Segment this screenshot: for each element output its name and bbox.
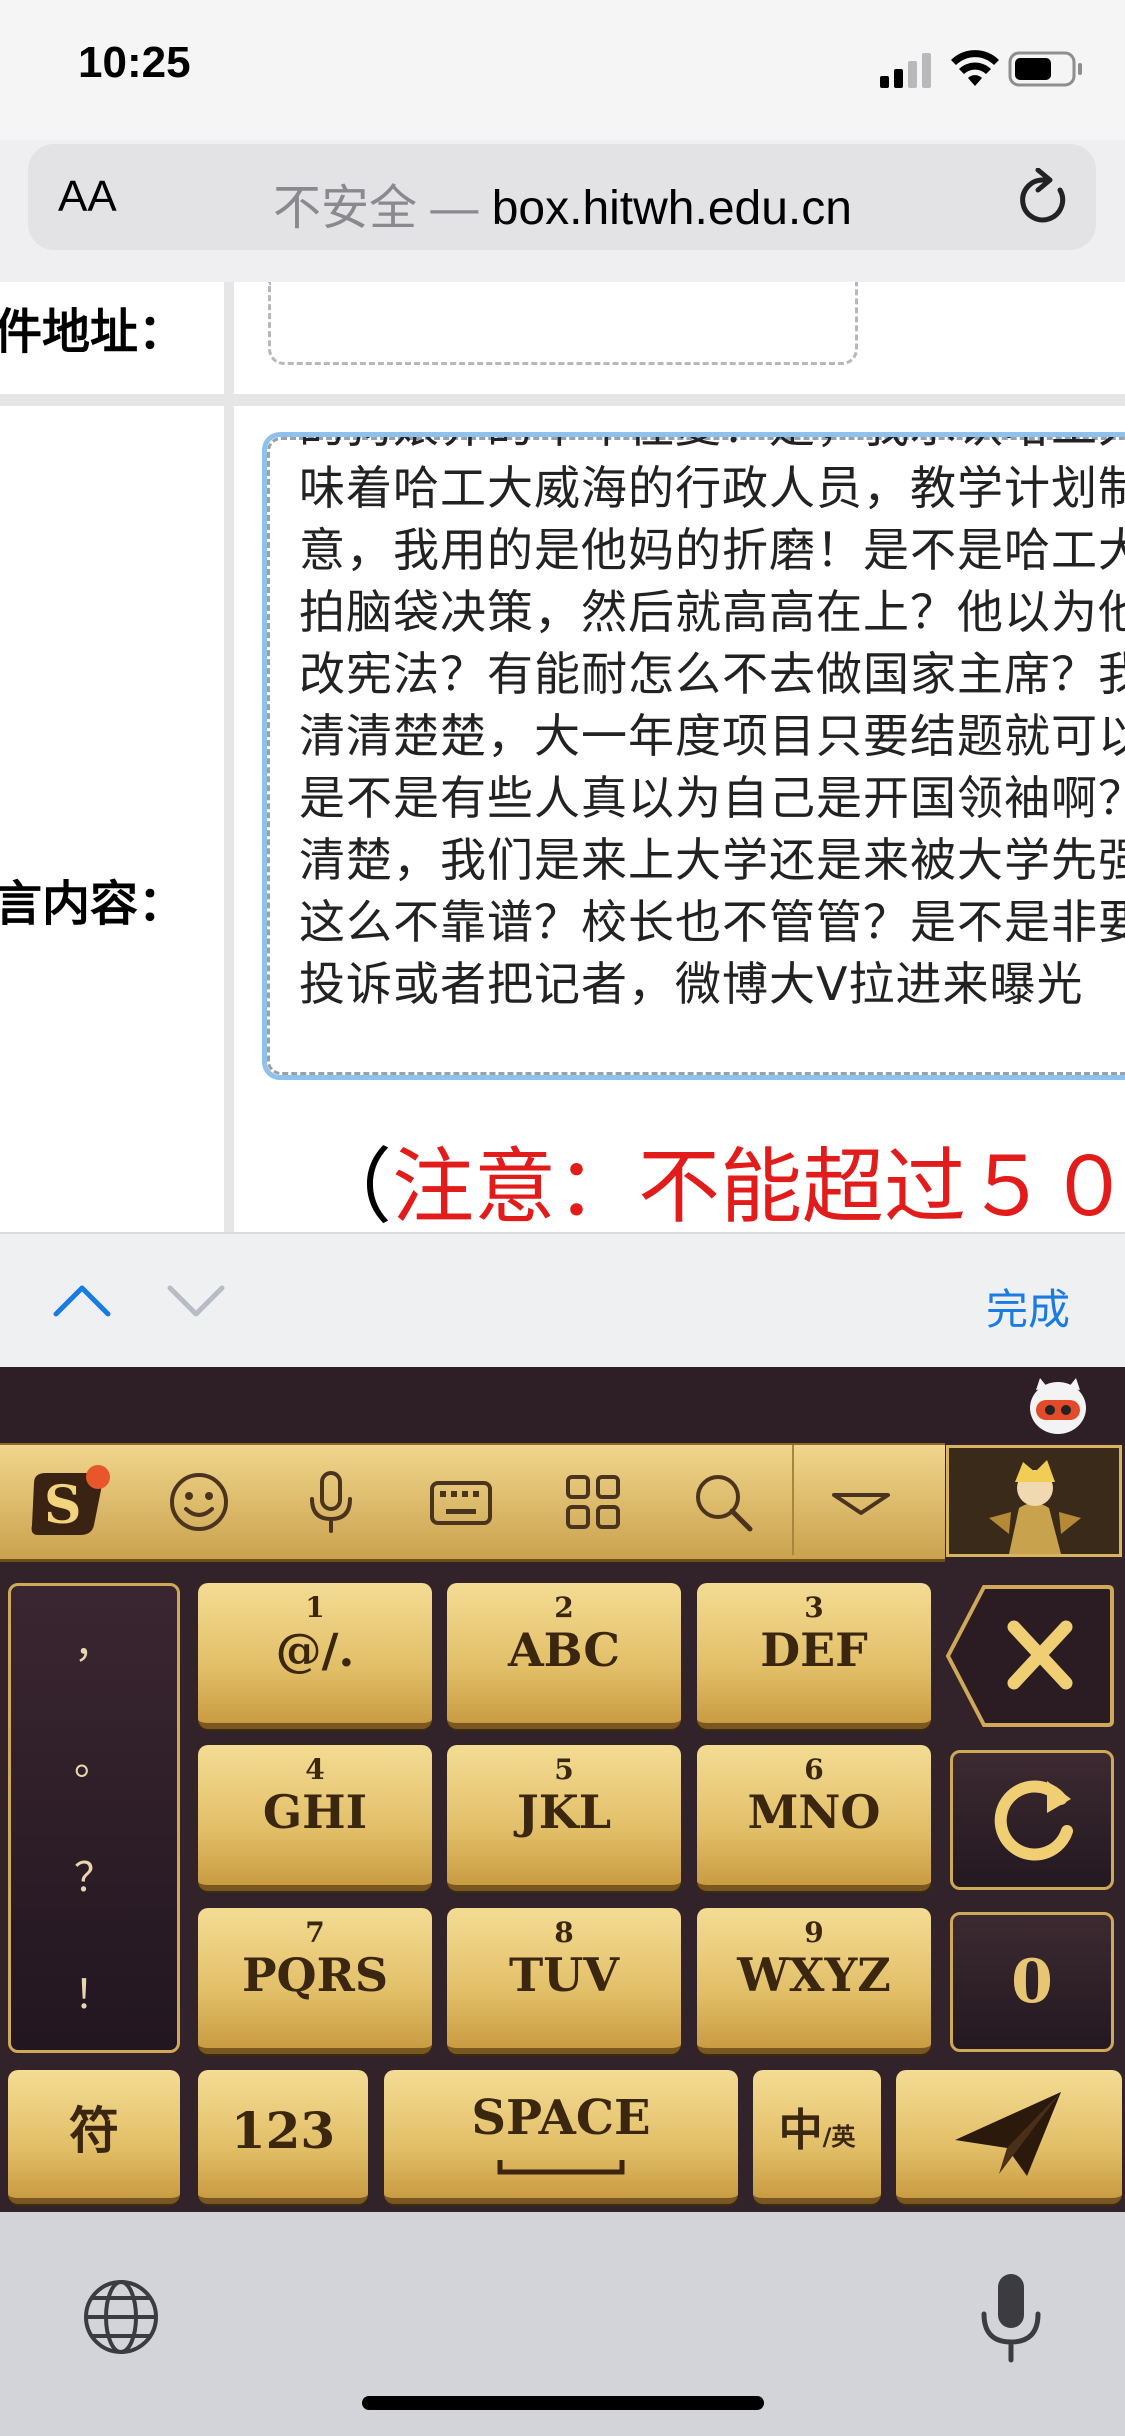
message-line: 投诉或者把记者，微博大V拉进来曝光 xyxy=(299,957,1084,1011)
collapse-keyboard-icon[interactable] xyxy=(828,1469,894,1535)
message-textarea[interactable]: 的狗娘养的年年往复！是，我承认哈工大味着哈工大威海的行政人员，教学计划制意，我用… xyxy=(262,432,1125,1080)
message-line: 味着哈工大威海的行政人员，教学计划制 xyxy=(299,461,1125,515)
key-number: 1 xyxy=(305,1591,325,1624)
robot-mascot-icon[interactable] xyxy=(1026,1376,1090,1436)
svg-text:S: S xyxy=(44,1475,82,1536)
lang-chinese-label: 中 xyxy=(778,2105,823,2156)
message-line: 改宪法？有能耐怎么不去做国家主席？我 xyxy=(299,647,1125,701)
cellular-signal-icon xyxy=(880,53,931,88)
punct-exclamation-key[interactable]: ！ xyxy=(11,1937,177,2054)
key-8[interactable]: 8 TUV xyxy=(447,1908,681,2054)
globe-icon[interactable] xyxy=(82,2278,160,2356)
key-9[interactable]: 9 WXYZ xyxy=(697,1908,931,2054)
punct-comma-key[interactable]: ， xyxy=(11,1586,177,1703)
message-line: 清清楚楚，大一年度项目只要结题就可以 xyxy=(299,709,1125,763)
toolbar-divider xyxy=(792,1445,794,1555)
reenter-key[interactable] xyxy=(950,1750,1114,1890)
key-letters: DEF xyxy=(760,1623,868,1677)
home-indicator[interactable] xyxy=(362,2396,764,2410)
key-letters: WXYZ xyxy=(737,1948,891,2002)
number-mode-key[interactable]: 123 xyxy=(198,2070,368,2204)
key-3[interactable]: 3 DEF xyxy=(697,1583,931,1729)
key-letters: PQRS xyxy=(241,1948,389,2002)
key-letters: GHI xyxy=(262,1785,368,1839)
space-label: SPACE xyxy=(471,2090,651,2146)
notice-paren: （ xyxy=(310,1140,393,1232)
key-7[interactable]: 7 PQRS xyxy=(198,1908,432,2054)
key-number: 6 xyxy=(804,1753,824,1786)
not-secure-label: 不安全 — xyxy=(273,182,479,235)
reload-icon[interactable] xyxy=(1016,168,1072,228)
key-letters: JKL xyxy=(516,1785,612,1839)
done-button[interactable]: 完成 xyxy=(986,1276,1070,1337)
key-number: 3 xyxy=(804,1591,824,1624)
message-line: 是不是有些人真以为自己是开国领袖啊？ xyxy=(299,771,1125,825)
column-divider xyxy=(224,282,234,1232)
lang-english-label: /英 xyxy=(822,2123,856,2151)
punct-question-key[interactable]: ？ xyxy=(11,1820,177,1937)
battery-icon xyxy=(1008,51,1082,87)
previous-field-icon[interactable] xyxy=(50,1280,114,1320)
emoji-icon[interactable] xyxy=(166,1469,232,1535)
message-line: 清楚，我们是来上大学还是来被大学先强 xyxy=(299,833,1125,887)
key-letters: @/. xyxy=(275,1623,355,1677)
message-line: 拍脑袋决策，然后就高高在上？他以为他 xyxy=(299,585,1125,639)
key-5[interactable]: 5 JKL xyxy=(447,1745,681,1891)
backspace-key[interactable] xyxy=(944,1583,1114,1729)
length-notice: （注意：不能超过５０ xyxy=(310,1120,1125,1232)
key-number: 7 xyxy=(305,1916,325,1949)
space-key[interactable]: SPACE xyxy=(384,2070,738,2204)
message-text: 的狗娘养的年年往复！是，我承认哈工大味着哈工大威海的行政人员，教学计划制意，我用… xyxy=(299,437,1125,1015)
message-line: 的狗娘养的年年往复！是，我承认哈工大 xyxy=(299,437,1125,457)
keyboard-top-strip xyxy=(0,1367,1125,1443)
grid-icon[interactable] xyxy=(560,1469,626,1535)
key-letters: MNO xyxy=(747,1785,881,1839)
keyboard-icon[interactable] xyxy=(428,1469,494,1535)
symbol-key[interactable]: 符 xyxy=(8,2070,180,2204)
status-time: 10:25 xyxy=(78,38,191,87)
space-bar-glyph-icon xyxy=(497,2160,625,2175)
gold-knight-avatar-icon xyxy=(949,1448,1119,1554)
message-line: 意，我用的是他妈的折磨！是不是哈工大 xyxy=(299,523,1125,577)
notice-text: 注意：不能超过５０ xyxy=(392,1140,1125,1232)
search-icon[interactable] xyxy=(690,1469,756,1535)
redo-icon xyxy=(994,1780,1073,1861)
key-letters: TUV xyxy=(508,1948,620,2002)
key-2[interactable]: 2 ABC xyxy=(447,1583,681,1729)
web-content: 件地址： 言内容： 的狗娘养的年年往复！是，我承认哈工大味着哈工大威海的行政人员… xyxy=(0,282,1125,1232)
next-field-icon[interactable] xyxy=(164,1280,228,1320)
punctuation-column: ， 。 ？ ！ xyxy=(8,1583,180,2053)
key-letters: ABC xyxy=(507,1623,621,1677)
key-1[interactable]: 1 @/. xyxy=(198,1583,432,1729)
key-number: 4 xyxy=(305,1753,325,1786)
message-label: 言内容： xyxy=(0,878,187,931)
key-4[interactable]: 4 GHI xyxy=(198,1745,432,1891)
send-plane-icon xyxy=(955,2092,1061,2176)
skin-avatar[interactable] xyxy=(946,1445,1122,1557)
address-input[interactable] xyxy=(268,282,858,365)
send-key[interactable] xyxy=(896,2070,1122,2204)
wifi-icon xyxy=(951,50,999,86)
sogou-logo-icon[interactable]: S xyxy=(28,1463,112,1543)
dictation-microphone-icon[interactable] xyxy=(976,2270,1046,2366)
key-number: 5 xyxy=(554,1753,574,1786)
message-line: 这么不靠谱？校长也不管管？是不是非要 xyxy=(299,895,1125,949)
row-divider xyxy=(0,394,1125,406)
zero-key[interactable]: 0 xyxy=(950,1912,1114,2052)
punct-period-key[interactable]: 。 xyxy=(11,1703,177,1820)
key-number: 9 xyxy=(804,1916,824,1949)
key-number: 8 xyxy=(554,1916,574,1949)
key-6[interactable]: 6 MNO xyxy=(697,1745,931,1891)
address-label: 件地址： xyxy=(0,306,187,359)
microphone-icon[interactable] xyxy=(298,1469,364,1535)
keyboard-toolbar: S xyxy=(0,1443,945,1562)
language-switch-key[interactable]: 中/英 xyxy=(753,2070,881,2204)
url-domain: box.hitwh.edu.cn xyxy=(491,182,852,235)
url-display[interactable]: 不安全 — box.hitwh.edu.cn xyxy=(0,168,1125,238)
key-number: 2 xyxy=(554,1591,574,1624)
